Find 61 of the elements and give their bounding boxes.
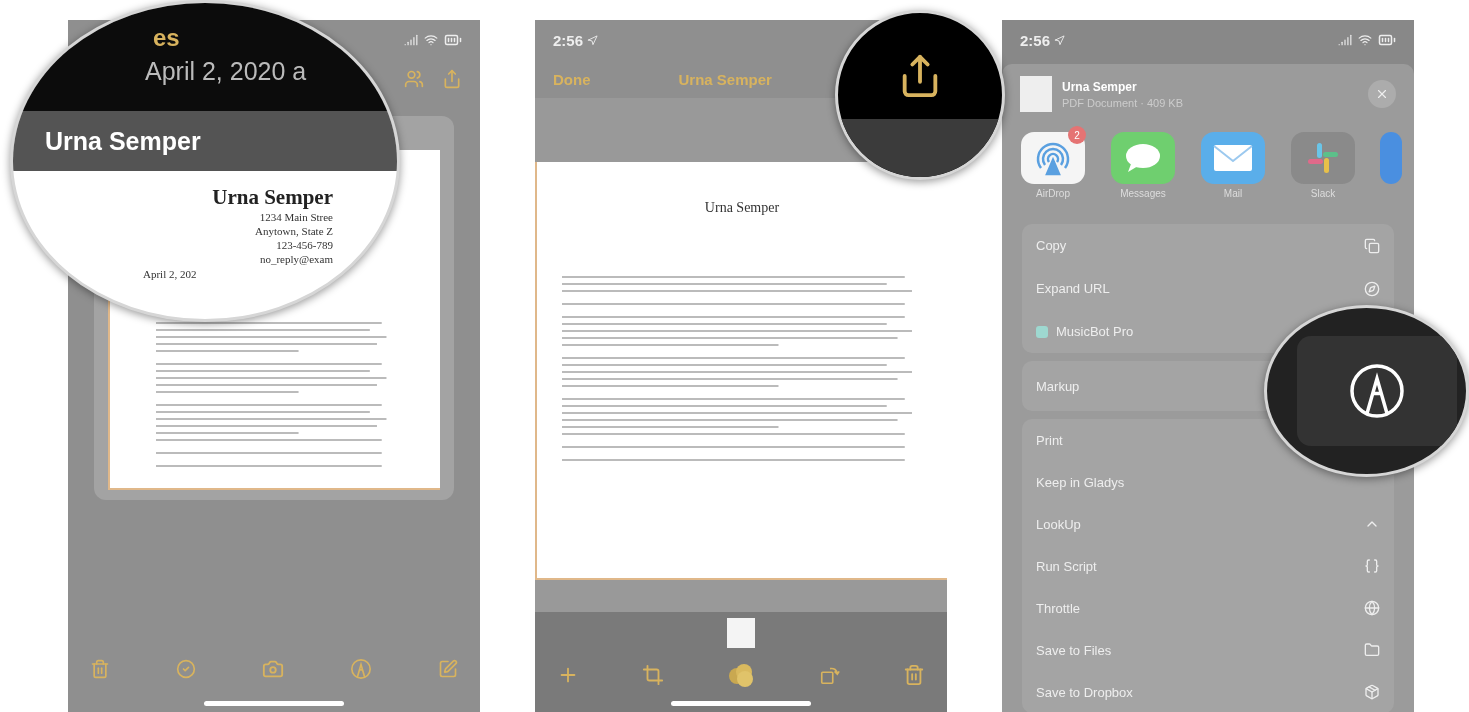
close-button[interactable] [1368,80,1396,108]
overlapping-circles-icon[interactable] [726,661,756,688]
note-date: April 2, 2020 a [145,57,307,86]
done-button[interactable]: Done [553,70,591,88]
address-line: 1234 Main Stree [259,210,333,224]
file-thumbnail [1020,76,1052,112]
app-label: Mail [1223,188,1243,199]
address-line: 123-456-789 [276,238,333,252]
speech-bubble-app-icon[interactable] [1111,132,1175,184]
action-row[interactable]: Expand URL [1022,267,1394,310]
checklist-icon[interactable] [176,659,196,679]
wifi-icon [424,33,438,47]
signal-icon [1338,33,1352,47]
box-icon [1364,684,1380,700]
document-heading: Urna Semper [212,185,333,210]
back-label[interactable]: es [153,25,180,51]
globe-icon [1364,600,1380,616]
share-button[interactable] [442,69,462,89]
signal-icon [404,33,418,47]
app-label: Messages [1120,188,1166,199]
app-label: AirDrop [1036,188,1070,199]
document-title: Urna Semper [678,70,772,88]
wifi-icon [1358,33,1372,47]
action-row[interactable]: MusicBot Pro [1022,310,1148,353]
airdrop-app-icon[interactable] [1021,132,1085,184]
action-row[interactable]: Run Script [1022,545,1394,587]
status-time: 2:56 [1020,31,1051,49]
action-row[interactable]: Throttle [1022,587,1394,629]
action-row[interactable]: Print [1022,419,1077,461]
note-title: Urna Semper [45,126,201,156]
notification-badge: 2 [1068,126,1086,144]
action-row[interactable]: Copy [1022,224,1394,267]
compass-icon [1364,280,1380,297]
location-arrow-icon [587,34,599,46]
action-row[interactable]: Save to Dropbox [1022,671,1394,712]
page-thumbnail[interactable] [727,618,755,648]
location-arrow-icon [1054,34,1066,46]
app-icon [1036,325,1048,338]
folder-icon [1364,642,1380,658]
document-heading: Urna Semper [704,200,780,216]
compose-icon[interactable] [438,659,458,679]
action-row[interactable]: LookUp [1022,503,1394,545]
trash-icon[interactable] [903,663,925,686]
letter-date: April 2, 202 [143,268,197,280]
status-time: 2:56 [553,31,584,49]
app-icon[interactable] [1380,132,1402,184]
address-line: Anytown, State Z [255,224,333,238]
close-icon[interactable] [1375,87,1389,101]
trash-icon[interactable] [90,659,110,679]
action-row[interactable]: Markup [1022,361,1094,411]
hash-logo-app-icon[interactable] [1291,132,1355,184]
crop-icon[interactable] [641,663,664,686]
address-line: no_reply@exam [259,252,333,266]
braces-icon [1364,558,1380,574]
camera-icon[interactable] [262,658,284,680]
file-name: Urna Semper [1062,79,1138,94]
envelope-app-icon[interactable] [1201,132,1265,184]
action-row[interactable]: Save to Files [1022,629,1394,671]
app-label: Slack [1310,188,1336,199]
collaborate-button[interactable] [404,69,424,89]
copy-icon [1364,237,1380,254]
